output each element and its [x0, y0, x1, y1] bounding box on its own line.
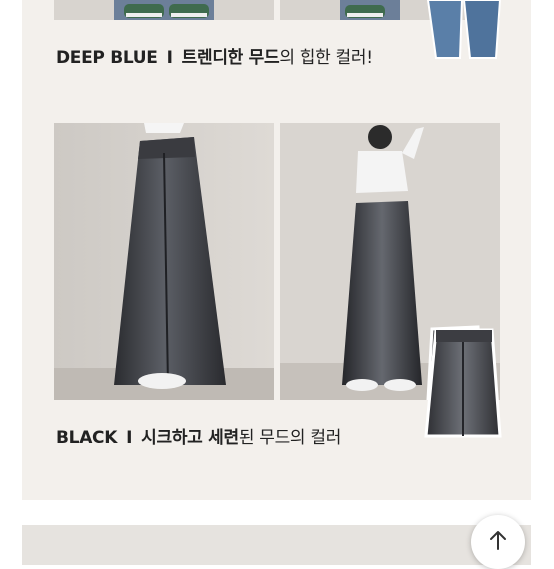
caption-highlight: 시크하고 세련 — [141, 428, 239, 448]
caption-separator: I — [126, 428, 133, 448]
deep-blue-product-cutout — [424, 0, 504, 62]
deep-blue-model-photo-left — [54, 0, 274, 20]
arrow-up-icon — [488, 529, 508, 555]
caption-rest: 의 힙한 컬러! — [279, 48, 373, 68]
color-name: BLACK — [56, 428, 118, 448]
black-model-photo-left — [54, 123, 274, 400]
deep-blue-caption: DEEP BLUE I 트렌디한 무드의 힙한 컬러! — [56, 43, 373, 68]
caption-rest: 된 무드의 컬러 — [238, 428, 342, 448]
color-name: DEEP BLUE — [56, 48, 158, 68]
scroll-to-top-button[interactable] — [471, 515, 525, 569]
next-section-card — [22, 525, 531, 565]
caption-highlight: 트렌디한 무드 — [181, 48, 280, 68]
black-product-cutout — [422, 326, 504, 442]
black-caption: BLACK I 시크하고 세련된 무드의 컬러 — [56, 423, 341, 448]
caption-separator: I — [166, 48, 173, 68]
